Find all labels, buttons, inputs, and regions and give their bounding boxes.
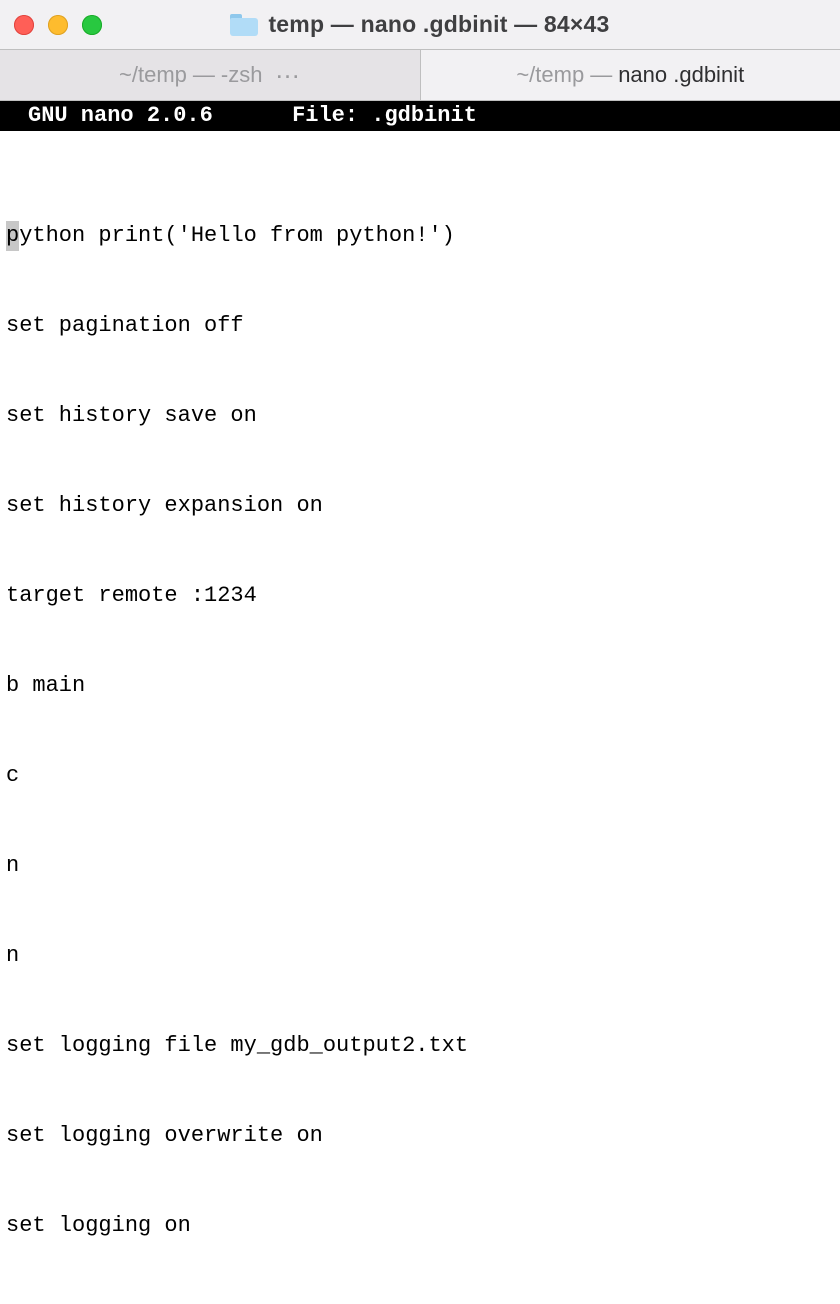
cursor: p xyxy=(6,221,19,251)
editor-line: set logging on xyxy=(6,1211,840,1241)
window-titlebar: temp — nano .gdbinit — 84×43 xyxy=(0,0,840,50)
editor-line-text: set logging overwrite on xyxy=(6,1123,323,1148)
tab-proc: -zsh xyxy=(221,62,263,88)
editor-line: n xyxy=(6,941,840,971)
editor-line: set history expansion on xyxy=(6,491,840,521)
nano-editor[interactable]: python print('Hello from python!') set p… xyxy=(0,131,840,1304)
nano-version: GNU nano 2.0.6 xyxy=(0,101,213,131)
editor-line-text: set logging on xyxy=(6,1213,191,1238)
editor-line-text: target remote :1234 xyxy=(6,583,257,608)
window-title: temp — nano .gdbinit — 84×43 xyxy=(230,11,609,38)
nano-file-label: File: xyxy=(292,103,371,128)
terminal[interactable]: GNU nano 2.0.6 File: .gdbinit python pri… xyxy=(0,101,840,1304)
tab-path: ~/temp xyxy=(516,62,584,88)
tab-bar: ~/temp — -zsh … ~/temp — nano .gdbinit xyxy=(0,50,840,101)
tab-proc: nano .gdbinit xyxy=(618,62,744,88)
editor-line: print DDRB xyxy=(6,1301,840,1304)
editor-line-text: set pagination off xyxy=(6,313,244,338)
editor-line-text: n xyxy=(6,943,19,968)
editor-line: c xyxy=(6,761,840,791)
editor-line-text: n xyxy=(6,853,19,878)
window-title-rest: — nano .gdbinit — 84×43 xyxy=(324,11,609,37)
editor-line-text: set history expansion on xyxy=(6,493,323,518)
editor-line-text: print DDRB xyxy=(6,1303,138,1304)
traffic-lights xyxy=(14,0,102,49)
editor-line-text: set history save on xyxy=(6,403,257,428)
editor-line: set logging overwrite on xyxy=(6,1121,840,1151)
editor-line: set logging file my_gdb_output2.txt xyxy=(6,1031,840,1061)
folder-icon xyxy=(230,14,258,36)
minimize-icon[interactable] xyxy=(48,15,68,35)
close-icon[interactable] xyxy=(14,15,34,35)
nano-file-name: .gdbinit xyxy=(371,103,477,128)
nano-title-bar: GNU nano 2.0.6 File: .gdbinit xyxy=(0,101,840,131)
editor-line: set pagination off xyxy=(6,311,840,341)
editor-line: target remote :1234 xyxy=(6,581,840,611)
editor-line: b main xyxy=(6,671,840,701)
tab-nano[interactable]: ~/temp — nano .gdbinit xyxy=(421,50,840,100)
tab-path: ~/temp xyxy=(119,62,187,88)
zoom-icon[interactable] xyxy=(82,15,102,35)
editor-line: python print('Hello from python!') xyxy=(6,221,840,251)
editor-line-text: b main xyxy=(6,673,85,698)
window-title-folder: temp xyxy=(268,11,324,37)
editor-line-text: set logging file my_gdb_output2.txt xyxy=(6,1033,468,1058)
tab-zsh[interactable]: ~/temp — -zsh … xyxy=(0,50,421,100)
tab-sep: — xyxy=(590,62,612,88)
editor-line: set history save on xyxy=(6,401,840,431)
editor-line: n xyxy=(6,851,840,881)
editor-line-text: ython print('Hello from python!') xyxy=(19,223,455,248)
tab-sep: — xyxy=(193,62,215,88)
editor-line-text: c xyxy=(6,763,19,788)
